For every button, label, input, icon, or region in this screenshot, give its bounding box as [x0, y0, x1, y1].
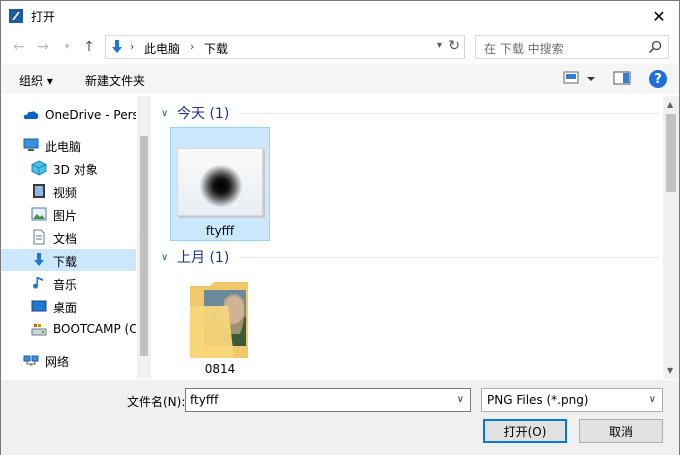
sidebar-item-onedrive[interactable]: OneDrive - Perso [1, 104, 136, 126]
breadcrumb-this-pc[interactable]: 此电脑 [144, 40, 180, 57]
cancel-button[interactable]: 取消 [579, 419, 663, 443]
sidebar-item-label: 音乐 [53, 278, 78, 292]
file-thumbnail [177, 148, 263, 216]
window-title: 打开 [31, 10, 56, 24]
dialog-footer: 文件名(N): ftyfff ∨ PNG Files (*.png) ∨ 打开(… [1, 380, 679, 455]
file-type-select[interactable]: PNG Files (*.png) ∨ [481, 388, 663, 412]
sidebar-item-3d-objects[interactable]: 3D 对象 [1, 157, 136, 179]
sidebar-item-label: OneDrive - Perso [45, 108, 136, 122]
sidebar-item-label: 视频 [53, 186, 78, 200]
back-arrow-icon: ← [13, 39, 25, 55]
open-file-dialog: 打开 ✕ ← → ▾ ↑ › 此电脑 › 下载 ▾ ↻ 在 下载 中搜索 组织 … [0, 0, 680, 455]
filename-label: 文件名(N): [127, 395, 186, 409]
thumbnail-image [200, 165, 242, 207]
file-list-scrollbar[interactable]: ▲ ▼ [663, 96, 679, 379]
breadcrumb-separator-icon: › [130, 40, 135, 53]
refresh-icon[interactable]: ↻ [448, 38, 460, 54]
command-bar: 组织 ▾ 新建文件夹 ? [1, 64, 679, 94]
back-button[interactable]: ← [9, 37, 29, 57]
forward-arrow-icon: → [37, 39, 49, 55]
group-title: 今天 (1) [177, 106, 230, 122]
download-icon [34, 253, 44, 266]
sidebar-item-videos[interactable]: 视频 [1, 180, 136, 202]
close-button[interactable]: ✕ [639, 1, 679, 31]
network-icon [23, 355, 39, 366]
help-icon[interactable]: ? [649, 70, 667, 88]
sidebar-item-label: 3D 对象 [53, 163, 98, 177]
sidebar-item-label: 此电脑 [45, 140, 82, 154]
chevron-down-icon: ∨ [161, 107, 169, 119]
view-icon [563, 71, 595, 84]
app-icon [9, 9, 23, 23]
forward-button[interactable]: → [33, 37, 53, 57]
sidebar-item-label: 文档 [53, 232, 78, 246]
folder-icon [190, 282, 248, 358]
chevron-down-icon: ∨ [648, 394, 656, 405]
up-arrow-icon: ↑ [83, 39, 95, 55]
pictures-icon [31, 207, 47, 221]
close-icon: ✕ [652, 6, 666, 26]
navigation-bar: ← → ▾ ↑ › 此电脑 › 下载 ▾ ↻ 在 下载 中搜索 [1, 33, 679, 61]
sidebar-item-documents[interactable]: 文档 [1, 226, 136, 248]
sidebar-item-label: 图片 [53, 209, 78, 223]
file-type-value: PNG Files (*.png) [487, 393, 589, 407]
address-dropdown-icon[interactable]: ▾ [437, 40, 442, 51]
address-bar[interactable]: › 此电脑 › 下载 ▾ ↻ [105, 35, 465, 59]
computer-icon [23, 138, 39, 151]
sidebar-item-label: BOOTCAMP (C [53, 322, 136, 336]
sidebar-item-pictures[interactable]: 图片 [1, 203, 136, 225]
new-folder-button[interactable]: 新建文件夹 [85, 72, 145, 89]
drive-icon [31, 324, 47, 336]
video-icon [33, 184, 45, 198]
group-divider [239, 257, 659, 258]
file-list-scrollbar-thumb[interactable] [666, 114, 676, 192]
onedrive-icon [23, 111, 39, 119]
search-placeholder: 在 下载 中搜索 [484, 42, 564, 56]
file-item-0814[interactable]: 0814 [170, 274, 270, 379]
open-button[interactable]: 打开(O) [483, 419, 567, 443]
sidebar-item-label: 网络 [45, 355, 70, 369]
organize-menu[interactable]: 组织 ▾ [19, 72, 53, 89]
3d-objects-icon [31, 160, 47, 176]
file-name: ftyfff [205, 224, 235, 238]
sidebar-item-desktop[interactable]: 桌面 [1, 295, 136, 317]
filename-input[interactable]: ftyfff ∨ [185, 388, 471, 412]
download-folder-icon [112, 40, 122, 53]
group-header-last-month[interactable]: ∨ 上月 (1) [161, 246, 229, 268]
preview-pane-icon [613, 71, 631, 85]
sidebar-item-downloads[interactable]: 下载 [1, 249, 136, 271]
documents-icon [33, 229, 45, 245]
sidebar-item-label: 桌面 [53, 301, 78, 315]
file-name: 0814 [204, 362, 236, 376]
title-bar: 打开 ✕ [1, 1, 679, 31]
sidebar-item-music[interactable]: 音乐 [1, 272, 136, 294]
desktop-icon [31, 300, 47, 312]
search-icon [648, 40, 662, 54]
sidebar-item-label: 下载 [53, 255, 78, 269]
group-title: 上月 (1) [177, 250, 230, 266]
search-box[interactable]: 在 下载 中搜索 [475, 35, 669, 59]
file-list-view: ∨ 今天 (1) ftyfff ∨ 上月 (1) 0814 [153, 96, 663, 379]
view-options-button[interactable] [563, 69, 597, 90]
chevron-down-icon: ∨ [161, 251, 169, 263]
chevron-down-icon[interactable]: ∨ [457, 394, 464, 405]
sidebar-scrollbar-thumb[interactable] [140, 136, 148, 356]
sidebar-item-network[interactable]: 网络 [1, 349, 136, 371]
breadcrumb-separator-icon: › [190, 40, 195, 53]
scroll-down-icon[interactable]: ▼ [667, 366, 673, 375]
music-icon [33, 277, 43, 289]
navigation-pane: OneDrive - Perso 此电脑 3D 对象 视频 图片 文档 下载 音… [1, 96, 151, 379]
preview-pane-button[interactable] [613, 69, 631, 90]
recent-locations-button[interactable]: ▾ [57, 37, 77, 57]
group-header-today[interactable]: ∨ 今天 (1) [161, 102, 229, 124]
sidebar-item-bootcamp-drive[interactable]: BOOTCAMP (C [1, 318, 136, 340]
breadcrumb-downloads[interactable]: 下载 [204, 40, 228, 57]
chevron-down-icon: ▾ [64, 42, 70, 52]
up-button[interactable]: ↑ [79, 37, 99, 57]
scroll-up-icon[interactable]: ▲ [667, 100, 673, 109]
filename-value: ftyfff [190, 393, 219, 407]
group-divider [239, 113, 659, 114]
file-item-ftyfff[interactable]: ftyfff [170, 127, 270, 241]
sidebar-item-this-pc[interactable]: 此电脑 [1, 134, 136, 156]
